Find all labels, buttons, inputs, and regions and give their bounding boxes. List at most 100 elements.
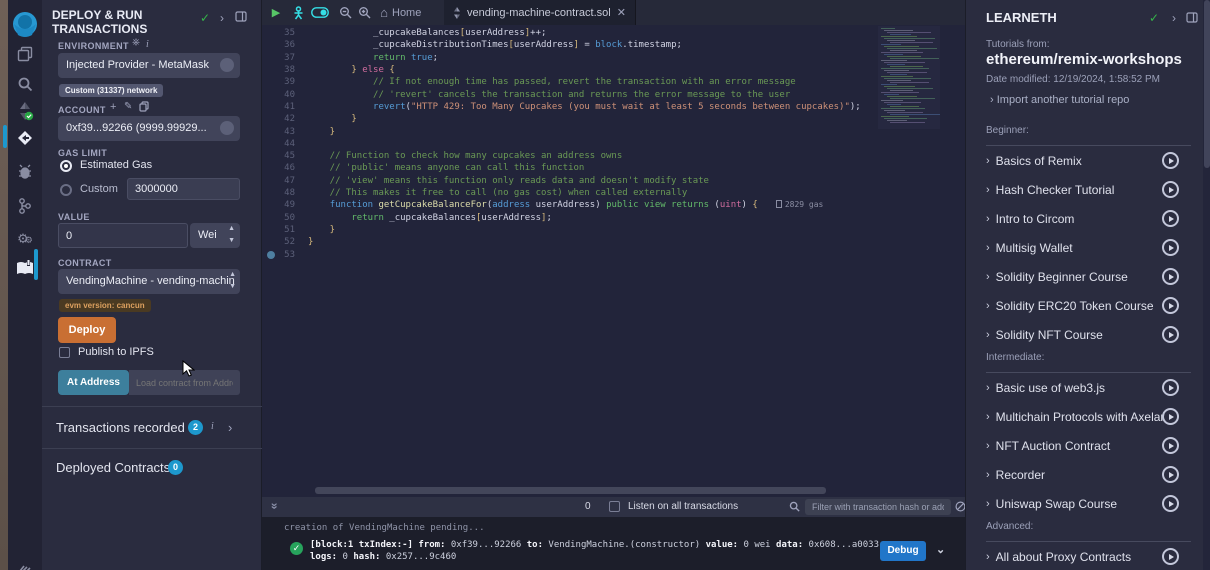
code-line[interactable]: 49 function getCupcakeBalanceFor(address… [262, 199, 965, 211]
copy-account-icon[interactable] [139, 101, 149, 115]
file-explorer-icon[interactable] [8, 42, 42, 66]
add-account-icon[interactable]: + [110, 101, 116, 113]
deploy-button[interactable]: Deploy [58, 317, 116, 343]
code-line[interactable]: 51 } [262, 224, 965, 236]
tutorial-item[interactable]: ›Solidity NFT Course [986, 320, 1191, 349]
line-number[interactable]: 40 [262, 89, 308, 101]
tutorial-item[interactable]: ›Basics of Remix [986, 146, 1191, 175]
line-number[interactable]: 45 [262, 150, 308, 162]
code-line[interactable]: 44 [262, 138, 965, 150]
panel-pin-icon[interactable] [235, 11, 247, 25]
theme-toggle-icon[interactable] [308, 0, 332, 25]
zoom-out-icon[interactable] [336, 0, 354, 25]
tutorial-item[interactable]: ›All about Proxy Contracts [986, 542, 1191, 570]
line-number[interactable]: 38 [262, 64, 308, 76]
home-icon[interactable]: ⌂ [376, 0, 392, 25]
tutorial-item[interactable]: ›Multichain Protocols with Axelar [986, 402, 1191, 431]
code-line[interactable]: 41 revert("HTTP 429: Too Many Cupcakes (… [262, 101, 965, 113]
import-repo-link[interactable]: › Import another tutorial repo [990, 94, 1129, 106]
edit-account-icon[interactable]: ✎ [124, 101, 132, 112]
play-tutorial-icon[interactable] [1162, 297, 1179, 314]
search-icon[interactable] [8, 72, 42, 96]
at-address-button[interactable]: At Address [58, 370, 129, 395]
environment-info-icon[interactable]: i [146, 39, 149, 50]
plugin-manager-icon[interactable]: ⚙⚙ [8, 227, 42, 251]
code-line[interactable]: 42 } [262, 113, 965, 125]
custom-gas-radio[interactable] [60, 184, 72, 196]
learneth-pin-icon[interactable] [1186, 12, 1198, 26]
custom-gas-input[interactable] [127, 178, 240, 200]
tutorial-item[interactable]: ›Recorder [986, 460, 1191, 489]
tutorial-item[interactable]: ›Multisig Wallet [986, 233, 1191, 262]
line-number[interactable]: 41 [262, 101, 308, 113]
line-number[interactable]: 48 [262, 187, 308, 199]
horizontal-scrollbar[interactable] [315, 487, 826, 494]
code-line[interactable]: 50 return _cupcakeBalances[userAddress]; [262, 212, 965, 224]
tx-log-line[interactable]: [block:1 txIndex:-] from: 0xf39...92266 … [310, 540, 879, 550]
tutorial-item[interactable]: ›Basic use of web3.js [986, 373, 1191, 402]
tutorial-item[interactable]: ›NFT Auction Contract [986, 431, 1191, 460]
play-tutorial-icon[interactable] [1162, 408, 1179, 425]
code-line[interactable]: 53 [262, 249, 965, 261]
source-control-icon[interactable] [8, 194, 42, 218]
code-line[interactable]: 47 // 'view' means this function only re… [262, 175, 965, 187]
play-tutorial-icon[interactable] [1162, 379, 1179, 396]
environment-select[interactable]: Injected Provider - MetaMask [58, 53, 240, 78]
tab-close-icon[interactable]: ✕ [617, 6, 626, 19]
play-tutorial-icon[interactable] [1162, 326, 1179, 343]
listen-checkbox[interactable] [609, 501, 620, 512]
transactions-info-icon[interactable]: i [211, 421, 214, 432]
line-number[interactable]: 37 [262, 52, 308, 64]
line-number[interactable]: 49 [262, 199, 308, 211]
panel-chevron-icon[interactable]: › [220, 11, 224, 25]
line-number[interactable]: 52 [262, 236, 308, 248]
line-number[interactable]: 39 [262, 76, 308, 88]
tutorial-item[interactable]: ›Solidity ERC20 Token Course [986, 291, 1191, 320]
tutorial-item[interactable]: ›Solidity Beginner Course [986, 262, 1191, 291]
line-number[interactable]: 46 [262, 162, 308, 174]
line-number[interactable]: 36 [262, 39, 308, 51]
transaction-filter-input[interactable] [805, 499, 951, 515]
value-input[interactable] [58, 223, 188, 248]
zoom-in-icon[interactable] [355, 0, 373, 25]
play-tutorial-icon[interactable] [1162, 239, 1179, 256]
contract-select[interactable]: VendingMachine - vending-machin ▲▼ [58, 269, 240, 294]
scrollbar-thumb[interactable] [1204, 0, 1210, 168]
minimap[interactable] [878, 26, 940, 129]
tx-expand-icon[interactable]: ⌄ [936, 543, 945, 556]
unit-stepper-icon[interactable]: ▲▼ [228, 223, 235, 247]
home-tab[interactable]: Home [392, 0, 421, 25]
line-number[interactable]: 50 [262, 212, 308, 224]
play-tutorial-icon[interactable] [1162, 548, 1179, 565]
play-tutorial-icon[interactable] [1162, 152, 1179, 169]
solidity-compiler-icon[interactable] [8, 99, 42, 123]
play-tutorial-icon[interactable] [1162, 437, 1179, 454]
code-editor[interactable]: 35 _cupcakeBalances[userAddress]++;36 _c… [262, 25, 965, 497]
code-line[interactable]: 48 // This makes it free to call (no gas… [262, 187, 965, 199]
value-unit-select[interactable]: Wei ▲▼ [190, 223, 240, 248]
code-line[interactable]: 43 } [262, 126, 965, 138]
tutorial-item[interactable]: ›Hash Checker Tutorial [986, 175, 1191, 204]
line-number[interactable]: 35 [262, 27, 308, 39]
play-tutorial-icon[interactable] [1162, 268, 1179, 285]
code-line[interactable]: 38 } else { [262, 64, 965, 76]
line-number[interactable]: 43 [262, 126, 308, 138]
transactions-expand-icon[interactable]: › [228, 420, 232, 435]
play-tutorial-icon[interactable] [1162, 495, 1179, 512]
line-number[interactable]: 47 [262, 175, 308, 187]
tab-vending-machine-contract[interactable]: vending-machine-contract.sol ✕ [444, 0, 636, 25]
code-line[interactable]: 35 _cupcakeBalances[userAddress]++; [262, 27, 965, 39]
tutorial-item[interactable]: ›Intro to Circom [986, 204, 1191, 233]
play-tutorial-icon[interactable] [1162, 181, 1179, 198]
environment-settings-icon[interactable] [220, 58, 234, 72]
breakpoint-dot[interactable] [267, 251, 275, 259]
code-line[interactable]: 36 _cupcakeDistributionTimes[userAddress… [262, 39, 965, 51]
play-tutorial-icon[interactable] [1162, 210, 1179, 227]
account-select[interactable]: 0xf39...92266 (9999.99929... [58, 116, 240, 141]
debugger-icon[interactable] [8, 160, 42, 184]
hand-icon[interactable] [8, 552, 42, 570]
line-number[interactable]: 44 [262, 138, 308, 150]
code-line[interactable]: 45 // Function to check how many cupcake… [262, 150, 965, 162]
learneth-chevron-icon[interactable]: › [1172, 11, 1176, 25]
line-number[interactable]: 53 [262, 249, 308, 261]
